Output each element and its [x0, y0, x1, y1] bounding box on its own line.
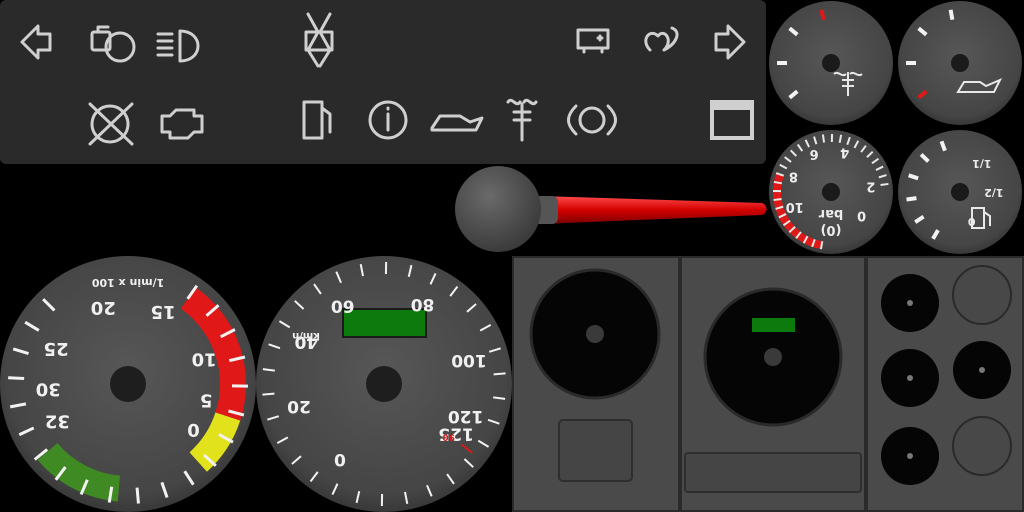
air-tick [880, 182, 889, 187]
rpm-tick [135, 487, 140, 504]
housing-socket-blank [952, 265, 1012, 325]
coolant-temp-gauge [769, 1, 893, 125]
speed-unit-label: km/h [292, 330, 320, 341]
air-tick [773, 180, 782, 185]
rpm-tick-label: 32 [45, 411, 70, 432]
air-tick [773, 197, 782, 202]
dashboard-texture: 0246810(0) bar 01/21/1 05101520253032 1/… [0, 0, 1024, 512]
speed-tick-label: 100 [451, 350, 487, 370]
speed-gauge: 0204060 8010012012590 km/h [256, 256, 512, 512]
needle-hub [455, 166, 541, 252]
rpm-tick-label: 0 [187, 419, 200, 440]
oil-pressure-gauge [898, 1, 1022, 125]
air-tick-label: (0) [821, 222, 842, 237]
rpm-tick-label: 30 [36, 379, 61, 400]
air-tick-label: 8 [789, 168, 798, 183]
cabin-tilt-icon [710, 100, 754, 140]
rpm-tick-label: 25 [44, 338, 69, 359]
air-tick-label: 2 [866, 179, 875, 194]
rpm-tick [8, 376, 25, 381]
speed-tick-label: 80 [411, 294, 435, 314]
fuel-gauge: 01/21/1 [898, 130, 1022, 254]
speed-red-label: 90 [442, 431, 455, 441]
housing-slot [684, 452, 862, 493]
air-tick-label: 10 [786, 199, 804, 214]
air-tick-label: 6 [810, 146, 819, 161]
air-tick [821, 134, 826, 143]
small-gauge-tick [819, 9, 826, 21]
speed-tick-label: 0 [334, 449, 346, 469]
air-tick [819, 241, 824, 250]
air-tick-label: 4 [840, 144, 849, 159]
small-gauge-tick [948, 9, 955, 21]
fuel-tick-label: 1/1 [972, 157, 991, 170]
gauge-housing [512, 256, 1024, 512]
rpm-pivot [110, 366, 146, 402]
housing-socket-blank [952, 416, 1012, 476]
small-gauge-tick [906, 196, 917, 202]
fuel-tick-label: 1/2 [984, 186, 1003, 199]
speed-tick [493, 372, 506, 376]
air-tick-label: 0 [857, 208, 866, 223]
speed-tick-label: 60 [331, 295, 355, 315]
rpm-gauge: 05 10 15 20 25 30 32 1/min x 100 [0, 256, 256, 512]
speed-tick [262, 392, 275, 396]
air-tick [838, 134, 843, 143]
gauge-needle [455, 166, 767, 252]
speed-tick-label: 120 [448, 406, 484, 426]
rpm-tick-label: 10 [192, 348, 217, 369]
rpm-unit-label: 1/min x 100 [91, 276, 164, 289]
air-pressure-gauge: 02 4 68 10 (0) bar [769, 130, 893, 254]
rpm-tick-label: 20 [91, 297, 116, 318]
housing-lcd [752, 318, 795, 332]
rpm-tick-label: 5 [200, 390, 213, 411]
warning-light-panel [0, 0, 766, 164]
housing-cutout [558, 419, 633, 482]
speed-pivot [366, 366, 402, 402]
rpm-tick-label: 15 [151, 301, 176, 322]
speed-tick-label: 20 [287, 396, 311, 416]
air-pressure-unit: bar [818, 206, 843, 221]
